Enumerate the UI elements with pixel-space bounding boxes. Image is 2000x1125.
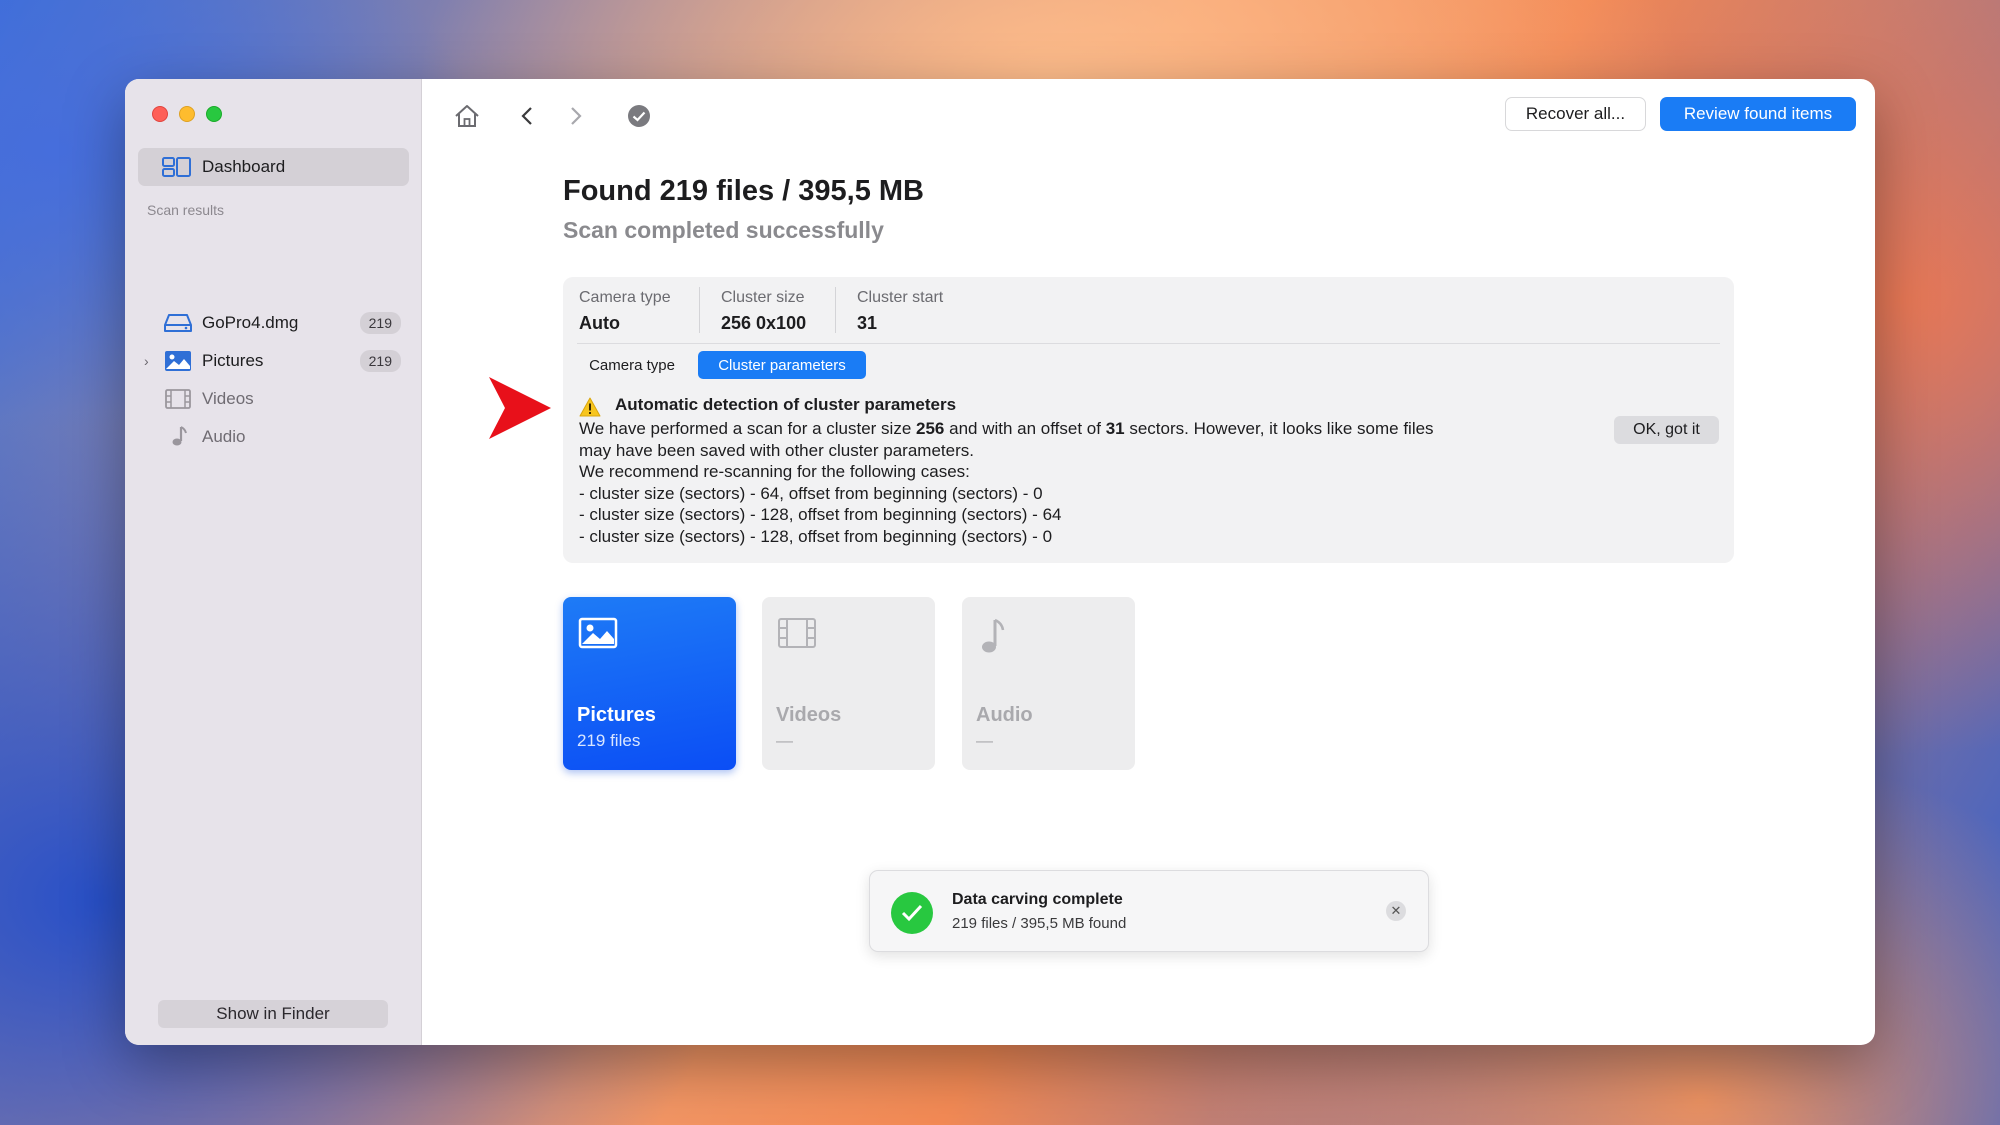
- disk-icon: [164, 312, 192, 334]
- close-icon[interactable]: ✕: [1386, 901, 1406, 921]
- sidebar: Dashboard Scan results GoPro4.dmg 219 ›: [125, 79, 422, 1045]
- param-value: 31: [857, 313, 878, 333]
- close-window-button[interactable]: [152, 106, 168, 122]
- param-label: Cluster start: [857, 289, 944, 306]
- param-cluster-size: Cluster size 256 0x100: [721, 289, 806, 334]
- param-cluster-start: Cluster start 31: [857, 289, 943, 334]
- chevron-right-icon[interactable]: ›: [144, 353, 149, 369]
- param-label: Camera type: [579, 289, 671, 306]
- warning-case: - cluster size (sectors) - 64, offset fr…: [579, 483, 1043, 503]
- sidebar-item-label: Videos: [202, 389, 254, 408]
- param-value: 256 0x100: [721, 313, 807, 333]
- toast-title: Data carving complete: [952, 891, 1123, 908]
- warning-case: - cluster size (sectors) - 128, offset f…: [579, 526, 1053, 546]
- count-badge: 219: [359, 350, 401, 372]
- picture-icon: [164, 350, 192, 372]
- sidebar-item-pictures[interactable]: › Pictures 219: [138, 344, 409, 378]
- card-title: Audio: [976, 704, 1033, 726]
- music-note-icon: [164, 426, 192, 448]
- sidebar-item-label: Audio: [202, 427, 246, 446]
- param-label: Cluster size: [721, 289, 805, 306]
- music-note-icon: [977, 617, 1009, 662]
- card-count: 219 files: [577, 731, 641, 750]
- cluster-parameters-panel: Camera type Auto Cluster size 256 0x100 …: [563, 277, 1734, 563]
- divider: [577, 343, 1720, 344]
- divider: [835, 287, 836, 333]
- toast-detail: 219 files / 395,5 MB found: [952, 915, 1127, 932]
- film-icon: [164, 388, 192, 410]
- card-count: —: [776, 731, 793, 750]
- warning-case: - cluster size (sectors) - 128, offset f…: [579, 505, 1062, 525]
- sidebar-item-videos[interactable]: Videos: [138, 382, 409, 416]
- warning-title: Automatic detection of cluster parameter…: [615, 395, 957, 414]
- tab-cluster-parameters[interactable]: Cluster parameters: [698, 351, 866, 379]
- window-controls: [152, 106, 222, 122]
- card-title: Videos: [776, 704, 842, 726]
- sidebar-item-label: Pictures: [202, 351, 264, 370]
- page-subtitle: Scan completed successfully: [563, 217, 884, 243]
- category-card-videos[interactable]: Videos —: [762, 597, 935, 770]
- sidebar-item-dashboard[interactable]: Dashboard: [138, 148, 409, 186]
- category-card-audio[interactable]: Audio —: [962, 597, 1135, 770]
- zoom-window-button[interactable]: [206, 106, 222, 122]
- ok-got-it-button[interactable]: OK, got it: [1614, 416, 1719, 444]
- picture-icon: [578, 617, 618, 654]
- page-title: Found 219 files / 395,5 MB: [563, 175, 924, 207]
- warning-line: We have performed a scan for a cluster s…: [579, 419, 1434, 438]
- recover-all-button[interactable]: Recover all...: [1505, 97, 1646, 131]
- card-count: —: [976, 731, 993, 750]
- card-title: Pictures: [577, 704, 656, 726]
- dashboard-icon: [162, 157, 192, 177]
- notification-toast: Data carving complete 219 files / 395,5 …: [869, 870, 1429, 952]
- warning-message: We have performed a scan for a cluster s…: [579, 418, 1599, 548]
- param-camera-type: Camera type Auto: [579, 289, 671, 334]
- count-badge: 219: [359, 312, 401, 334]
- sidebar-item-audio[interactable]: Audio: [138, 420, 409, 454]
- home-icon[interactable]: [452, 101, 482, 131]
- sidebar-item-label: Dashboard: [202, 157, 286, 176]
- back-chevron-icon[interactable]: [512, 101, 542, 131]
- film-icon: [777, 617, 817, 654]
- sidebar-item-label: GoPro4.dmg: [202, 313, 299, 332]
- scan-results-heading: Scan results: [147, 202, 225, 218]
- minimize-window-button[interactable]: [179, 106, 195, 122]
- forward-chevron-icon[interactable]: [561, 101, 591, 131]
- success-check-icon: [891, 892, 933, 934]
- param-value: Auto: [579, 313, 620, 333]
- category-card-pictures[interactable]: Pictures 219 files: [563, 597, 736, 770]
- review-found-items-button[interactable]: Review found items: [1660, 97, 1856, 131]
- red-arrow-icon: [487, 375, 553, 446]
- app-window: Dashboard Scan results GoPro4.dmg 219 ›: [125, 79, 1875, 1045]
- warning-line: may have been saved with other cluster p…: [579, 440, 974, 460]
- checkmark-circle-icon[interactable]: [624, 101, 654, 131]
- tab-camera-type[interactable]: Camera type: [577, 351, 687, 379]
- warning-line: We recommend re-scanning for the followi…: [579, 462, 970, 482]
- divider: [699, 287, 700, 333]
- sidebar-item-gopro4-dmg[interactable]: GoPro4.dmg 219: [138, 306, 409, 340]
- show-in-finder-button[interactable]: Show in Finder: [158, 1000, 388, 1028]
- warning-icon: [579, 397, 601, 417]
